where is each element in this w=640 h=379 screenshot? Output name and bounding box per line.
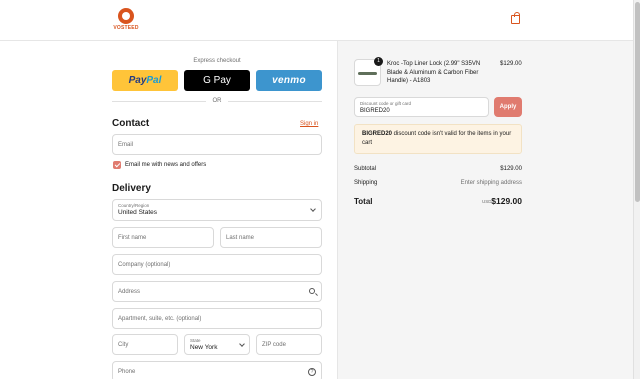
gpay-label: G Pay <box>203 75 231 86</box>
delivery-heading: Delivery <box>112 183 151 194</box>
state-select[interactable]: State New York <box>184 334 250 355</box>
page-scrollbar[interactable] <box>633 0 640 379</box>
zip-field[interactable]: ZIP code <box>256 334 322 355</box>
phone-field[interactable]: Phone ? <box>112 361 322 379</box>
total-label: Total <box>354 197 373 206</box>
paypal-pay-text: Pay <box>128 75 147 86</box>
city-placeholder: City <box>118 342 129 348</box>
first-name-field[interactable]: First name <box>112 227 214 248</box>
last-name-field[interactable]: Last name <box>220 227 322 248</box>
shipping-label: Shipping <box>354 180 378 186</box>
sign-in-link[interactable]: Sign in <box>300 121 318 127</box>
country-value: United States <box>118 209 158 216</box>
shopping-bag-icon[interactable] <box>511 12 520 24</box>
chevron-down-icon <box>310 206 316 212</box>
or-separator: OR <box>212 98 222 104</box>
product-name: Kroc -Top Liner Lock (2.99" S35VN Blade … <box>387 61 481 84</box>
address-placeholder: Address <box>118 289 141 295</box>
brand-name: VOSTEED <box>113 25 139 31</box>
venmo-label: venmo <box>272 75 306 86</box>
apartment-placeholder: Apartment, suite, etc. (optional) <box>118 316 202 322</box>
discount-value: BIGRED20 <box>360 108 390 114</box>
subtotal-value: $129.00 <box>500 166 522 172</box>
shipping-value: Enter shipping address <box>460 180 522 186</box>
search-icon <box>309 288 315 294</box>
total-value: $129.00 <box>491 196 522 206</box>
error-code: BIGRED20 <box>362 131 393 137</box>
paypal-pal-text: Pal <box>146 75 162 86</box>
total-currency: USD <box>482 199 492 204</box>
header: VOSTEED <box>0 0 640 41</box>
quantity-badge: 1 <box>374 57 383 66</box>
google-pay-button[interactable]: G Pay <box>184 70 250 91</box>
paypal-button[interactable]: Pay Pal <box>112 70 178 91</box>
email-placeholder: Email <box>118 142 134 148</box>
news-checkbox-label: Email me with news and offers <box>125 162 207 168</box>
first-name-placeholder: First name <box>118 235 147 241</box>
company-field[interactable]: Company (optional) <box>112 254 322 275</box>
order-summary-panel <box>337 41 633 379</box>
scrollbar-thumb[interactable] <box>635 2 640 202</box>
venmo-button[interactable]: venmo <box>256 70 322 91</box>
help-icon[interactable]: ? <box>308 368 316 376</box>
discount-error-message: BIGRED20 discount code isn't valid for t… <box>354 124 522 154</box>
subtotal-label: Subtotal <box>354 166 377 172</box>
discount-label: Discount code or gift card <box>360 101 412 106</box>
state-label: State <box>190 338 201 343</box>
address-field[interactable]: Address <box>112 281 322 302</box>
discount-code-field[interactable]: Discount code or gift card BIGRED20 <box>354 97 489 117</box>
brand-logo[interactable]: VOSTEED <box>112 8 140 34</box>
company-placeholder: Company (optional) <box>118 262 171 268</box>
last-name-placeholder: Last name <box>226 235 255 241</box>
city-field[interactable]: City <box>112 334 178 355</box>
product-price: $129.00 <box>500 61 522 67</box>
express-checkout-label: Express checkout <box>193 58 241 64</box>
contact-heading: Contact <box>112 118 150 129</box>
country-select[interactable]: Country/Region United States <box>112 199 322 221</box>
knife-image <box>358 72 377 75</box>
phone-placeholder: Phone <box>118 369 136 375</box>
logo-icon <box>118 8 134 24</box>
state-value: New York <box>190 344 218 351</box>
chevron-down-icon <box>239 341 245 347</box>
email-field[interactable]: Email <box>112 134 322 155</box>
country-label: Country/Region <box>118 203 150 208</box>
apply-button[interactable]: Apply <box>494 97 522 117</box>
news-checkbox[interactable] <box>113 161 121 169</box>
zip-placeholder: ZIP code <box>262 342 286 348</box>
apartment-field[interactable]: Apartment, suite, etc. (optional) <box>112 308 322 329</box>
